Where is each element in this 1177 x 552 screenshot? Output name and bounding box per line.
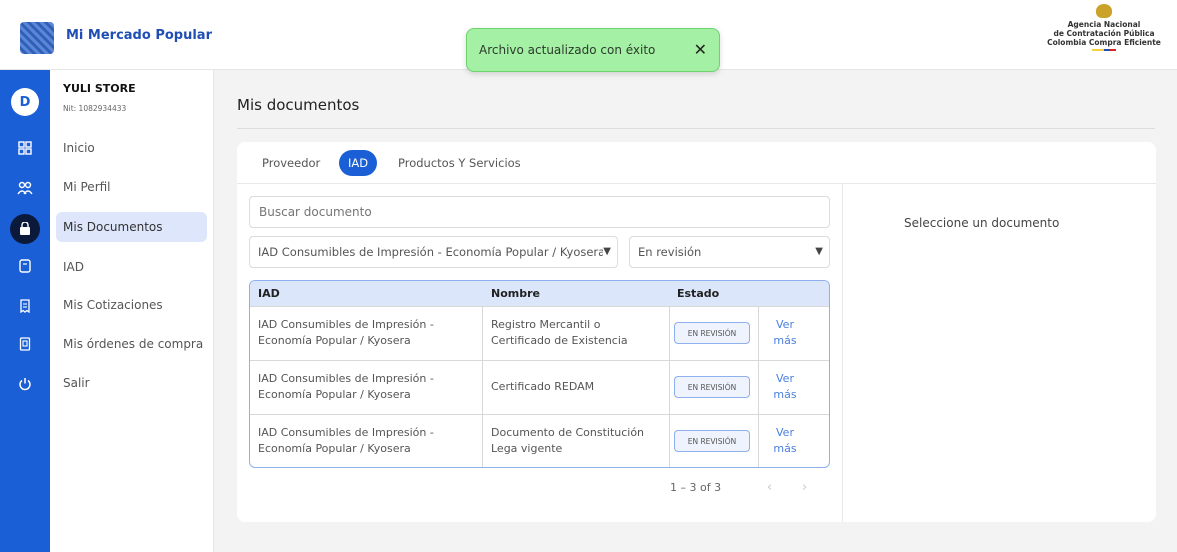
cell-divider (482, 307, 483, 361)
table-row: IAD Consumibles de Impresión - Economía … (250, 306, 829, 361)
link-line: Ver (776, 318, 794, 331)
status-badge: EN REVISIÓN (674, 376, 750, 398)
agency-name-line2: de Contratación Pública (1053, 29, 1155, 38)
nombre-cell: Documento de Constitución Lega vigente (491, 425, 644, 457)
nombre-line: Certificado REDAM (491, 380, 595, 393)
link-line: más (773, 334, 797, 347)
power-icon[interactable] (13, 372, 37, 396)
bag-icon[interactable] (10, 214, 40, 244)
agency-name-line3: Colombia Compra Eficiente (1047, 38, 1161, 47)
tab-iad[interactable]: IAD (339, 150, 378, 176)
sidebar-item-mis-cotizaciones[interactable]: Mis Cotizaciones (56, 290, 207, 320)
cell-divider (758, 307, 759, 361)
iad-line: Economía Popular / Kyosera (258, 388, 411, 401)
iad-line: Economía Popular / Kyosera (258, 334, 411, 347)
iad-line: IAD Consumibles de Impresión - (258, 318, 434, 331)
search-input[interactable] (249, 196, 830, 228)
iad-line: IAD Consumibles de Impresión - (258, 426, 434, 439)
link-line: Ver (776, 426, 794, 439)
next-page-icon[interactable]: › (802, 480, 807, 495)
documents-table: IAD Nombre Estado IAD Consumibles de Imp… (249, 280, 830, 468)
nombre-line: Documento de Constitución (491, 426, 645, 439)
users-icon[interactable] (13, 176, 37, 200)
column-header-nombre: Nombre (491, 287, 540, 300)
chevron-down-icon: ▼ (603, 246, 611, 257)
link-line: más (773, 388, 797, 401)
cell-divider (669, 307, 670, 361)
avatar[interactable]: D (11, 88, 39, 116)
success-toast: Archivo actualizado con éxito ✕ (466, 28, 720, 72)
status-badge: EN REVISIÓN (674, 430, 750, 452)
divider (237, 128, 1155, 129)
documents-card: Proveedor IAD Productos Y Servicios IAD … (237, 142, 1156, 522)
icon-rail: D (0, 70, 50, 552)
column-header-estado: Estado (677, 287, 720, 300)
iad-select[interactable]: IAD Consumibles de Impresión - Economía … (249, 236, 618, 268)
pagination-range: 1 – 3 of 3 (670, 481, 722, 494)
toast-message: Archivo actualizado con éxito (479, 43, 656, 57)
ver-mas-link[interactable]: Ver más (770, 371, 800, 403)
chevron-down-icon: ▼ (815, 246, 823, 257)
cell-divider (482, 415, 483, 467)
table-row: IAD Consumibles de Impresión - Economía … (250, 360, 829, 415)
estado-select[interactable]: En revisión ▼ (629, 236, 830, 268)
ver-mas-link[interactable]: Ver más (770, 317, 800, 349)
sidebar-item-mi-perfil[interactable]: Mi Perfil (56, 172, 207, 202)
app-title: Mi Mercado Popular (66, 28, 212, 43)
column-header-iad: IAD (258, 287, 280, 300)
cell-divider (669, 361, 670, 415)
table-row: IAD Consumibles de Impresión - Economía … (250, 414, 829, 467)
iad-select-value: IAD Consumibles de Impresión - Economía … (258, 245, 606, 259)
cell-divider (669, 415, 670, 467)
nombre-line: Registro Mercantil o (491, 318, 601, 331)
cell-divider (482, 361, 483, 415)
iad-cell: IAD Consumibles de Impresión - Economía … (258, 425, 434, 457)
coat-of-arms-icon (1096, 4, 1112, 18)
page-title: Mis documentos (237, 96, 360, 114)
link-line: Ver (776, 372, 794, 385)
sidebar: YULI STORE Nit: 1082934433 Inicio Mi Per… (50, 70, 214, 552)
dashboard-icon[interactable] (13, 136, 37, 160)
receipt-icon[interactable] (13, 294, 37, 318)
sidebar-item-inicio[interactable]: Inicio (56, 133, 207, 163)
iad-line: IAD Consumibles de Impresión - (258, 372, 434, 385)
sidebar-item-salir[interactable]: Salir (56, 368, 207, 398)
tab-productos-servicios[interactable]: Productos Y Servicios (389, 150, 530, 176)
iad-cell: IAD Consumibles de Impresión - Economía … (258, 371, 434, 403)
ver-mas-link[interactable]: Ver más (770, 425, 800, 457)
document-icon[interactable] (13, 254, 37, 278)
store-name: YULI STORE (63, 82, 136, 95)
sidebar-item-iad[interactable]: IAD (56, 252, 207, 282)
empty-detail-message: Seleccione un documento (904, 216, 1060, 230)
iad-line: Economía Popular / Kyosera (258, 442, 411, 455)
orders-icon[interactable] (13, 332, 37, 356)
agency-logo: Agencia Nacional de Contratación Pública… (1039, 4, 1169, 51)
flag-stripe (1092, 49, 1116, 51)
table-header: IAD Nombre Estado (250, 281, 829, 306)
shopping-bag-logo-icon (20, 22, 54, 54)
sidebar-item-mis-documentos[interactable]: Mis Documentos (56, 212, 207, 242)
tab-proveedor[interactable]: Proveedor (253, 150, 329, 176)
nombre-cell: Certificado REDAM (491, 379, 594, 395)
iad-cell: IAD Consumibles de Impresión - Economía … (258, 317, 434, 349)
close-icon[interactable]: ✕ (694, 42, 707, 58)
tab-bar: Proveedor IAD Productos Y Servicios (237, 142, 1156, 184)
store-nit: Nit: 1082934433 (63, 104, 127, 113)
status-badge: EN REVISIÓN (674, 322, 750, 344)
cell-divider (758, 361, 759, 415)
panel-divider (842, 184, 843, 522)
nombre-cell: Registro Mercantil o Certificado de Exis… (491, 317, 628, 349)
prev-page-icon[interactable]: ‹ (767, 480, 772, 495)
sidebar-item-mis-ordenes[interactable]: Mis órdenes de compra (56, 329, 207, 359)
cell-divider (758, 415, 759, 467)
link-line: más (773, 442, 797, 455)
nombre-line: Lega vigente (491, 442, 563, 455)
nombre-line: Certificado de Existencia (491, 334, 628, 347)
agency-name-line1: Agencia Nacional (1067, 20, 1141, 29)
estado-select-value: En revisión (638, 245, 702, 259)
